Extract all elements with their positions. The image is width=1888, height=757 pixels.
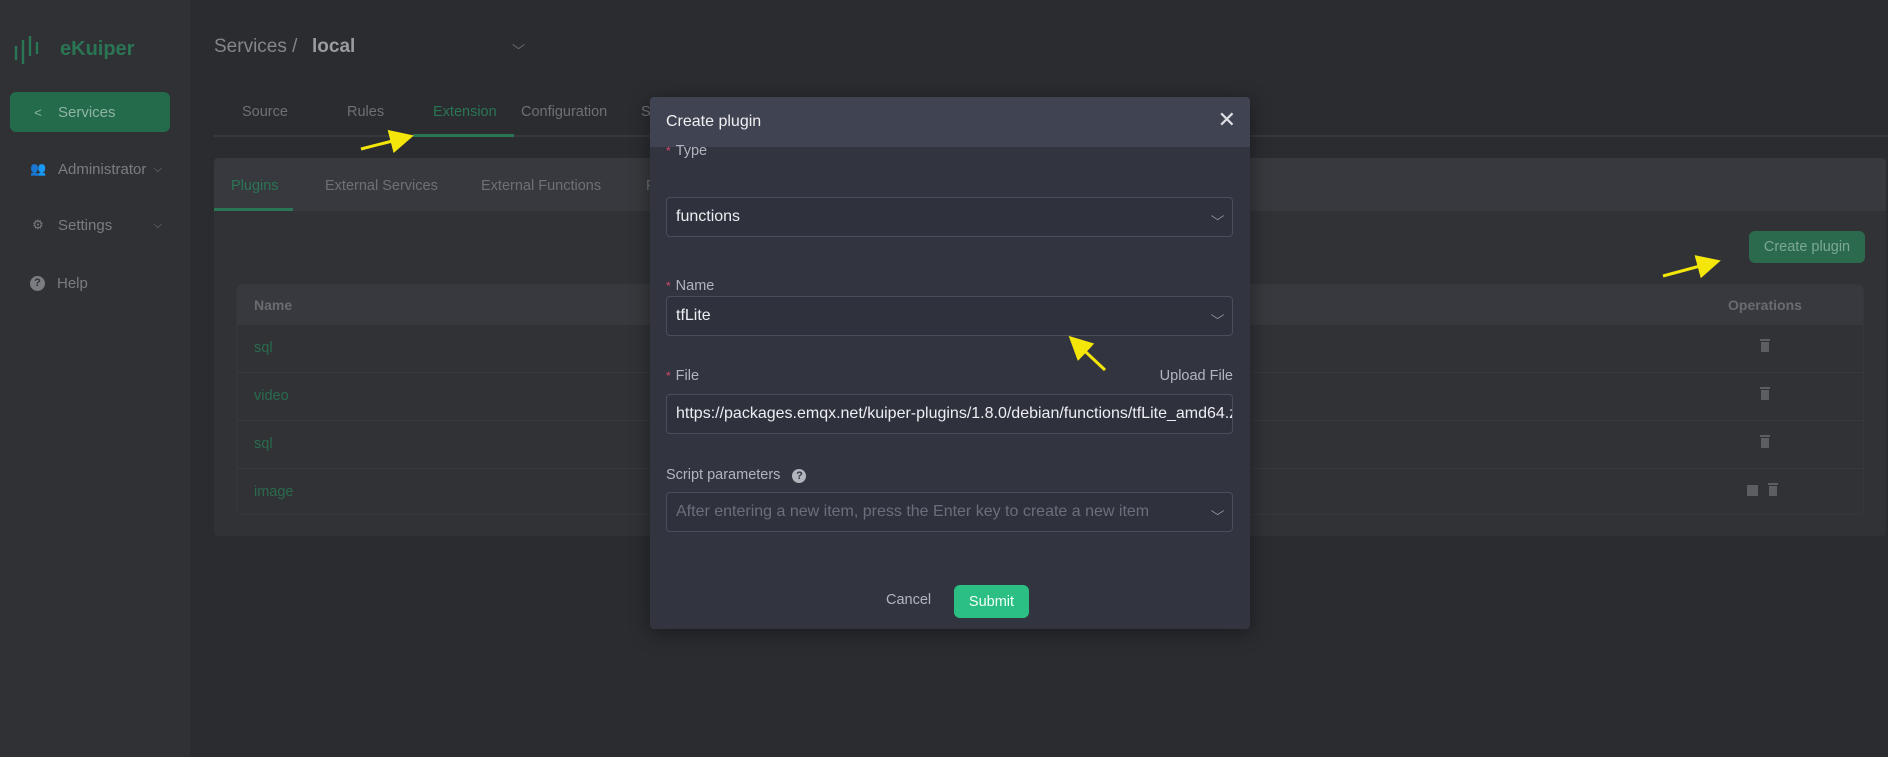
- create-plugin-dialog: Create plugin ✕ * Type functions ⌵ * Name t…: [650, 97, 1250, 629]
- script-parameters-label: Script parameters?: [666, 467, 807, 483]
- users-icon: 👥: [30, 161, 47, 176]
- type-label: * Type: [666, 143, 707, 159]
- chevron-down-icon[interactable]: ⌵: [512, 38, 525, 53]
- sidebar-item-label: Administrator: [58, 160, 147, 178]
- sidebar-item-administrator[interactable]: 👥 Administrator ⌵: [10, 149, 170, 189]
- sidebar: eKuiper < Services 👥 Administrator ⌵ ⚙ Setti…: [0, 0, 190, 757]
- plugin-name-link[interactable]: video: [254, 388, 289, 404]
- plugin-name-link[interactable]: sql: [254, 436, 273, 452]
- trash-icon[interactable]: [1768, 483, 1778, 496]
- chevron-down-icon: ⌵: [1210, 308, 1225, 322]
- name-label: * Name: [666, 278, 714, 294]
- sidebar-item-services[interactable]: < Services: [10, 92, 170, 132]
- script-label-text: Script parameters: [666, 467, 781, 483]
- help-icon[interactable]: ?: [792, 469, 807, 483]
- sidebar-item-label: Settings: [58, 216, 113, 234]
- trash-icon[interactable]: [1760, 387, 1770, 400]
- trash-icon[interactable]: [1760, 339, 1770, 352]
- tab-extension[interactable]: Extension: [433, 104, 497, 120]
- tab-configuration[interactable]: Configuration: [521, 104, 607, 120]
- trash-icon[interactable]: [1760, 435, 1770, 448]
- app-name: eKuiper: [60, 38, 135, 60]
- name-value: tfLite: [676, 307, 711, 324]
- breadcrumb-root[interactable]: Services /: [214, 36, 297, 58]
- upload-file-link[interactable]: Upload File: [1160, 368, 1233, 384]
- file-url-value: https://packages.emqx.net/kuiper-plugins…: [676, 405, 1233, 422]
- name-select[interactable]: tfLite ⌵: [666, 296, 1233, 336]
- type-value: functions: [676, 208, 741, 225]
- edit-icon[interactable]: [1747, 485, 1758, 496]
- type-label-text: Type: [675, 143, 708, 159]
- column-header-operations: Operations: [1728, 297, 1802, 313]
- share-icon: <: [34, 104, 42, 120]
- required-mark: *: [666, 369, 671, 383]
- subtab-external-services[interactable]: External Services: [325, 178, 438, 194]
- annotation-arrow: [360, 129, 414, 154]
- plugin-name-link[interactable]: image: [254, 484, 294, 500]
- chevron-down-icon: ⌵: [153, 218, 162, 231]
- type-select[interactable]: functions ⌵: [666, 197, 1233, 237]
- name-label-text: Name: [675, 278, 715, 294]
- script-parameters-select[interactable]: After entering a new item, press the Ent…: [666, 492, 1233, 532]
- create-plugin-button[interactable]: Create plugin: [1749, 231, 1865, 263]
- dialog-header: Create plugin: [650, 97, 1250, 147]
- chevron-down-icon: ⌵: [1210, 504, 1225, 518]
- subtab-external-functions[interactable]: External Functions: [481, 178, 601, 194]
- active-tab-indicator: [413, 134, 514, 137]
- dialog-title: Create plugin: [666, 113, 762, 130]
- chevron-down-icon: ⌵: [1210, 209, 1225, 223]
- sidebar-item-settings[interactable]: ⚙ Settings ⌵: [10, 205, 170, 245]
- required-mark: *: [666, 144, 671, 158]
- file-label-text: File: [675, 368, 700, 384]
- plugin-name-link[interactable]: sql: [254, 340, 273, 356]
- sidebar-item-help[interactable]: ? Help: [10, 263, 170, 303]
- ekuiper-logo-icon: [14, 36, 39, 64]
- submit-button[interactable]: Submit: [954, 585, 1029, 618]
- required-mark: *: [666, 279, 671, 293]
- script-parameters-placeholder: After entering a new item, press the Ent…: [676, 503, 1150, 520]
- file-url-input[interactable]: https://packages.emqx.net/kuiper-plugins…: [666, 394, 1233, 434]
- close-icon[interactable]: ✕: [1218, 109, 1236, 131]
- help-icon: ?: [30, 275, 45, 291]
- file-label: * File: [666, 368, 699, 384]
- gear-icon: ⚙: [32, 217, 44, 232]
- sidebar-item-label: Help: [57, 274, 88, 292]
- tab-rules[interactable]: Rules: [347, 104, 384, 120]
- tab-source[interactable]: Source: [242, 104, 288, 120]
- active-subtab-indicator: [214, 208, 293, 211]
- breadcrumb-current[interactable]: local: [312, 36, 355, 58]
- cancel-button[interactable]: Cancel: [886, 592, 931, 608]
- subtab-plugins[interactable]: Plugins: [231, 178, 279, 194]
- chevron-down-icon: ⌵: [153, 162, 162, 175]
- column-header-name: Name: [254, 297, 293, 313]
- sidebar-item-label: Services: [58, 103, 116, 121]
